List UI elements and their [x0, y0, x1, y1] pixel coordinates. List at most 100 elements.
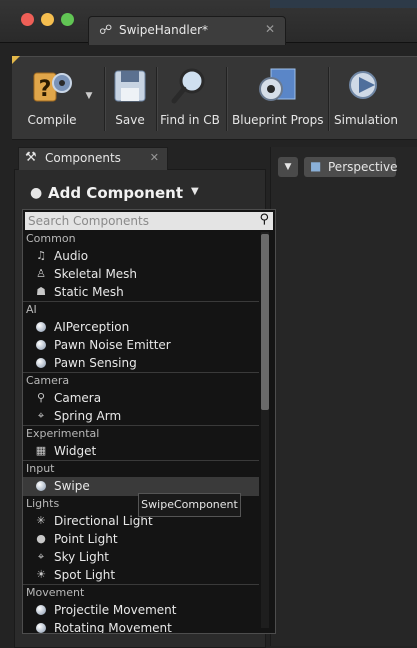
- perspective-label: Perspective: [328, 160, 398, 174]
- search-box: ⚲: [25, 212, 273, 230]
- spring-arm-icon: ⌖: [37, 409, 45, 422]
- maximize-window-button[interactable]: [61, 13, 74, 26]
- category-header: Input: [23, 460, 259, 477]
- category-header: Common: [26, 232, 76, 245]
- audio-icon: ♫: [36, 249, 46, 262]
- save-label: Save: [115, 113, 145, 127]
- component-sphere-icon: [33, 619, 49, 633]
- menu-scrollbar-thumb[interactable]: [261, 234, 269, 410]
- magnifier-icon: [160, 65, 220, 105]
- components-tab[interactable]: ⚒ Components ✕: [18, 147, 168, 170]
- tooltip: SwipeComponent: [138, 493, 241, 517]
- compile-label: Compile: [27, 113, 77, 127]
- list-item-label: Camera: [54, 391, 102, 405]
- add-component-menu: ⚲ Common ♫ Audio ♙ Skeletal Mesh ☗ Static Mesh…: [22, 209, 276, 634]
- category-header: Camera: [23, 372, 259, 389]
- toolbar-separator: [226, 67, 228, 131]
- category-header: AI: [23, 301, 259, 318]
- toolbar-separator: [328, 67, 330, 131]
- camera-icon: ⚲: [36, 391, 46, 404]
- list-item[interactable]: ⌖ Sky Light: [23, 548, 259, 566]
- list-item[interactable]: ▦ Widget: [23, 442, 259, 460]
- list-item[interactable]: Pawn Noise Emitter: [23, 336, 259, 354]
- widget-icon: ▦: [35, 444, 47, 457]
- chevron-down-icon: ▼: [284, 162, 292, 172]
- add-component-icon: ●: [30, 185, 43, 201]
- list-item[interactable]: ⚲ Camera: [23, 389, 259, 407]
- add-component-label: Add Component: [48, 184, 183, 202]
- close-tab-icon[interactable]: ✕: [150, 151, 159, 164]
- document-tab[interactable]: ☍ SwipeHandler* ✕: [88, 16, 286, 45]
- category-header: Movement: [23, 584, 259, 601]
- minimize-window-button[interactable]: [41, 13, 54, 26]
- svg-text:?: ?: [39, 77, 52, 102]
- list-item[interactable]: Pawn Sensing: [23, 354, 259, 372]
- static-mesh-icon: ☗: [36, 285, 46, 298]
- viewport-panel[interactable]: [270, 147, 417, 646]
- components-tab-label: Components: [45, 151, 121, 165]
- list-item[interactable]: Projectile Movement: [23, 601, 259, 619]
- window-background-fragment: [270, 0, 417, 8]
- simulation-button[interactable]: Simulation: [334, 65, 398, 133]
- list-item[interactable]: AIPerception: [23, 318, 259, 336]
- save-icon: [110, 65, 150, 105]
- close-tab-icon[interactable]: ✕: [265, 22, 275, 36]
- list-item-label: AIPerception: [54, 320, 130, 334]
- simulation-label: Simulation: [334, 113, 398, 127]
- spot-light-icon: ☀: [36, 568, 46, 581]
- list-item[interactable]: ⌖ Spring Arm: [23, 407, 259, 425]
- list-item[interactable]: ♫ Audio: [23, 247, 259, 265]
- find-in-cb-button[interactable]: Find in CB: [160, 65, 220, 133]
- list-item-label: Swipe: [54, 479, 90, 493]
- skeletal-mesh-icon: ♙: [36, 267, 46, 280]
- toolbar-separator: [104, 67, 106, 131]
- simulation-icon: [334, 65, 396, 105]
- wrench-icon: ⚒: [25, 150, 37, 165]
- list-item-label: Pawn Noise Emitter: [54, 338, 171, 352]
- search-icon[interactable]: ⚲: [259, 212, 269, 227]
- point-light-icon: ●: [36, 532, 46, 545]
- component-sphere-icon: [33, 336, 49, 356]
- list-item-label: Audio: [54, 249, 89, 263]
- chevron-down-icon: ▼: [191, 186, 199, 197]
- compile-icon: ?: [18, 65, 86, 105]
- component-sphere-icon: [33, 354, 49, 374]
- save-button[interactable]: Save: [110, 65, 150, 133]
- component-sphere-icon: [33, 477, 49, 497]
- component-sphere-icon: [33, 318, 49, 338]
- blueprint-props-icon: [232, 65, 322, 105]
- list-item-label: Static Mesh: [54, 285, 124, 299]
- list-item-label: Pawn Sensing: [54, 356, 137, 370]
- perspective-button[interactable]: ■ Perspective: [304, 157, 398, 177]
- document-tab-label: SwipeHandler*: [119, 23, 209, 37]
- list-item-label: Spring Arm: [54, 409, 122, 423]
- list-item[interactable]: Rotating Movement: [23, 619, 259, 634]
- directional-light-icon: ✳: [36, 514, 46, 527]
- list-item-label: Sky Light: [54, 550, 110, 564]
- search-input[interactable]: [28, 212, 250, 230]
- close-window-button[interactable]: [21, 13, 34, 26]
- compile-button[interactable]: ? Compile: [18, 65, 86, 133]
- blueprint-props-button[interactable]: Blueprint Props: [232, 65, 324, 133]
- toolbar-corner-accent: [12, 56, 20, 64]
- list-item-label: Skeletal Mesh: [54, 267, 138, 281]
- toolbar-separator: [156, 67, 158, 131]
- list-item[interactable]: ♙ Skeletal Mesh: [23, 265, 259, 283]
- toolbar: ? Compile ▼ Save Find in CB Blueprint Pr…: [12, 56, 417, 140]
- list-item[interactable]: ☗ Static Mesh: [23, 283, 259, 301]
- find-in-cb-label: Find in CB: [160, 113, 220, 127]
- list-item[interactable]: ☀ Spot Light: [23, 566, 259, 584]
- component-list: Common ♫ Audio ♙ Skeletal Mesh ☗ Static Mesh AI…: [23, 231, 259, 634]
- category-header: Experimental: [23, 425, 259, 442]
- viewport-options-button[interactable]: ▼: [278, 157, 298, 177]
- list-item-label: Spot Light: [54, 568, 116, 582]
- blueprint-props-label: Blueprint Props: [232, 113, 324, 127]
- add-component-button[interactable]: ● Add Component ▼: [26, 181, 258, 207]
- blueprint-icon: ☍: [99, 23, 113, 38]
- sky-light-icon: ⌖: [37, 550, 45, 563]
- list-item-label: Widget: [54, 444, 97, 458]
- list-item-label: Projectile Movement: [54, 603, 177, 617]
- list-item[interactable]: ● Point Light: [23, 530, 259, 548]
- list-item-label: Rotating Movement: [54, 621, 172, 634]
- perspective-icon: ■: [310, 159, 322, 173]
